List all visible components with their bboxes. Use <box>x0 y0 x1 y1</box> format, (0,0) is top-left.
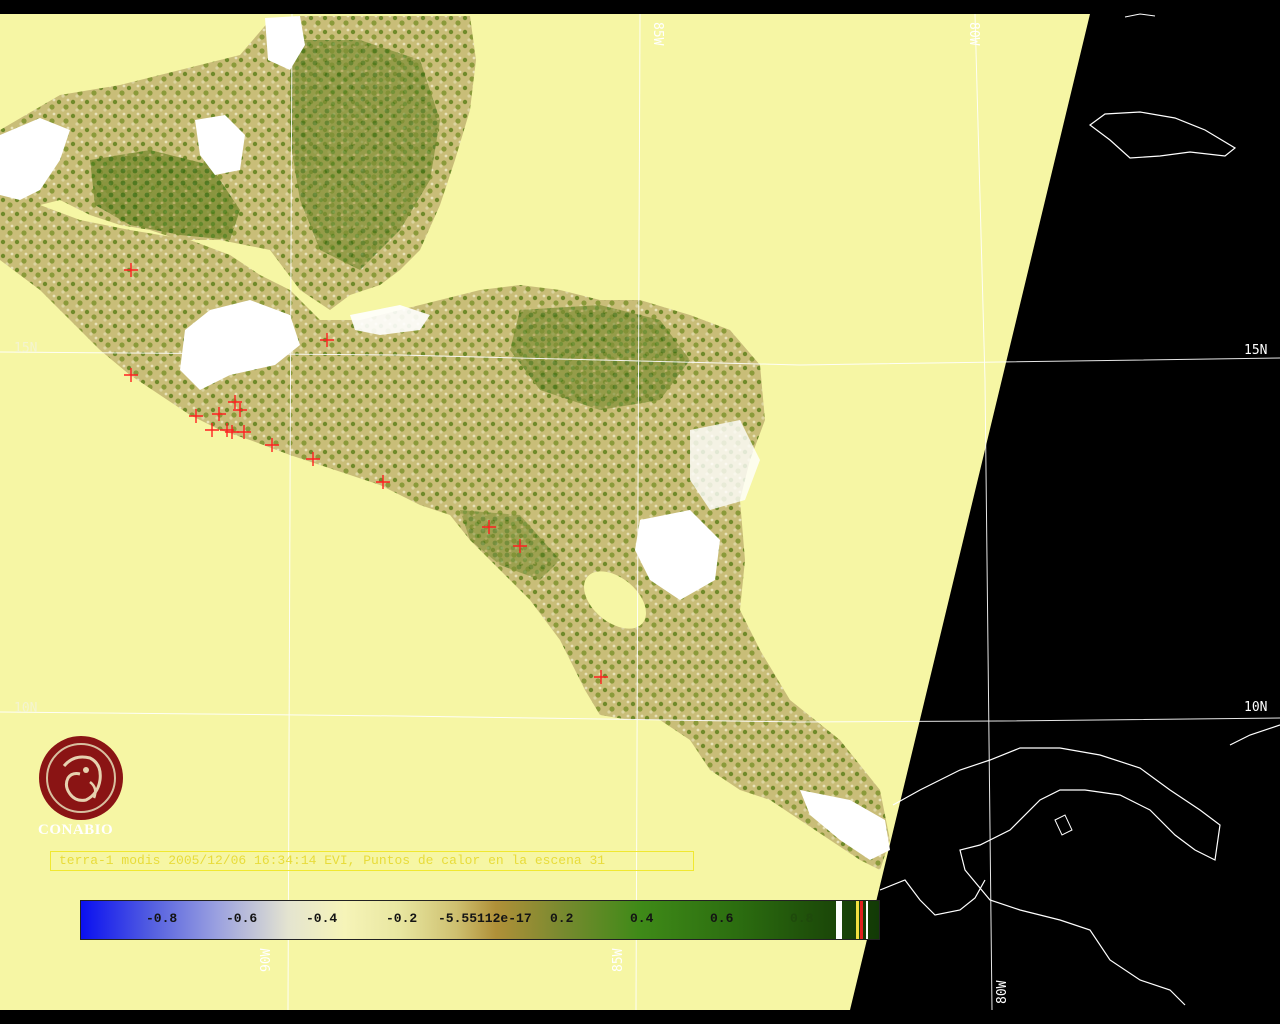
conabio-logo-text: CONABIO <box>38 822 114 838</box>
lon-label-bottom-90w: 90W <box>259 948 274 972</box>
colorbar-tick-label: -0.6 <box>226 911 258 926</box>
lon-label-bottom-85w: 85W <box>611 948 626 972</box>
colorbar-white-mark-2 <box>866 901 868 939</box>
conabio-emblem-icon <box>39 736 123 820</box>
colorbar-tick-label: 0.4 <box>630 911 654 926</box>
colorbar-tick-label: 0.8 <box>790 911 814 926</box>
map-viewer: 15N 10N 15N 10N 85W 80W 90W 85W 80W CONA… <box>0 0 1280 1024</box>
lat-label-left-15n: 15N <box>14 341 37 356</box>
colorbar-tick-label: 0.6 <box>710 911 734 926</box>
colorbar-white-mark <box>836 901 842 939</box>
colorbar-tick-label: 0.2 <box>550 911 574 926</box>
colorbar-yellow-mark <box>856 901 859 939</box>
colorbar-tick-label: -0.2 <box>386 911 418 926</box>
colorbar-red-mark <box>860 901 863 939</box>
colorbar-tick-label: -5.55112e-17 <box>438 911 532 926</box>
lat-label-left-10n: 10N <box>14 701 37 716</box>
lon-label-top-80w: 80W <box>966 22 981 46</box>
scene-caption: terra-1 modis 2005/12/06 16:34:14 EVI, P… <box>50 851 694 871</box>
colorbar-tick-label: -0.4 <box>306 911 338 926</box>
lat-label-right-10n: 10N <box>1244 700 1267 715</box>
lon-label-top-85w: 85W <box>650 22 665 46</box>
lon-label-bottom-80w: 80W <box>995 980 1010 1004</box>
colorbar-tick-label: -0.8 <box>146 911 178 926</box>
lat-label-right-15n: 15N <box>1244 343 1267 358</box>
